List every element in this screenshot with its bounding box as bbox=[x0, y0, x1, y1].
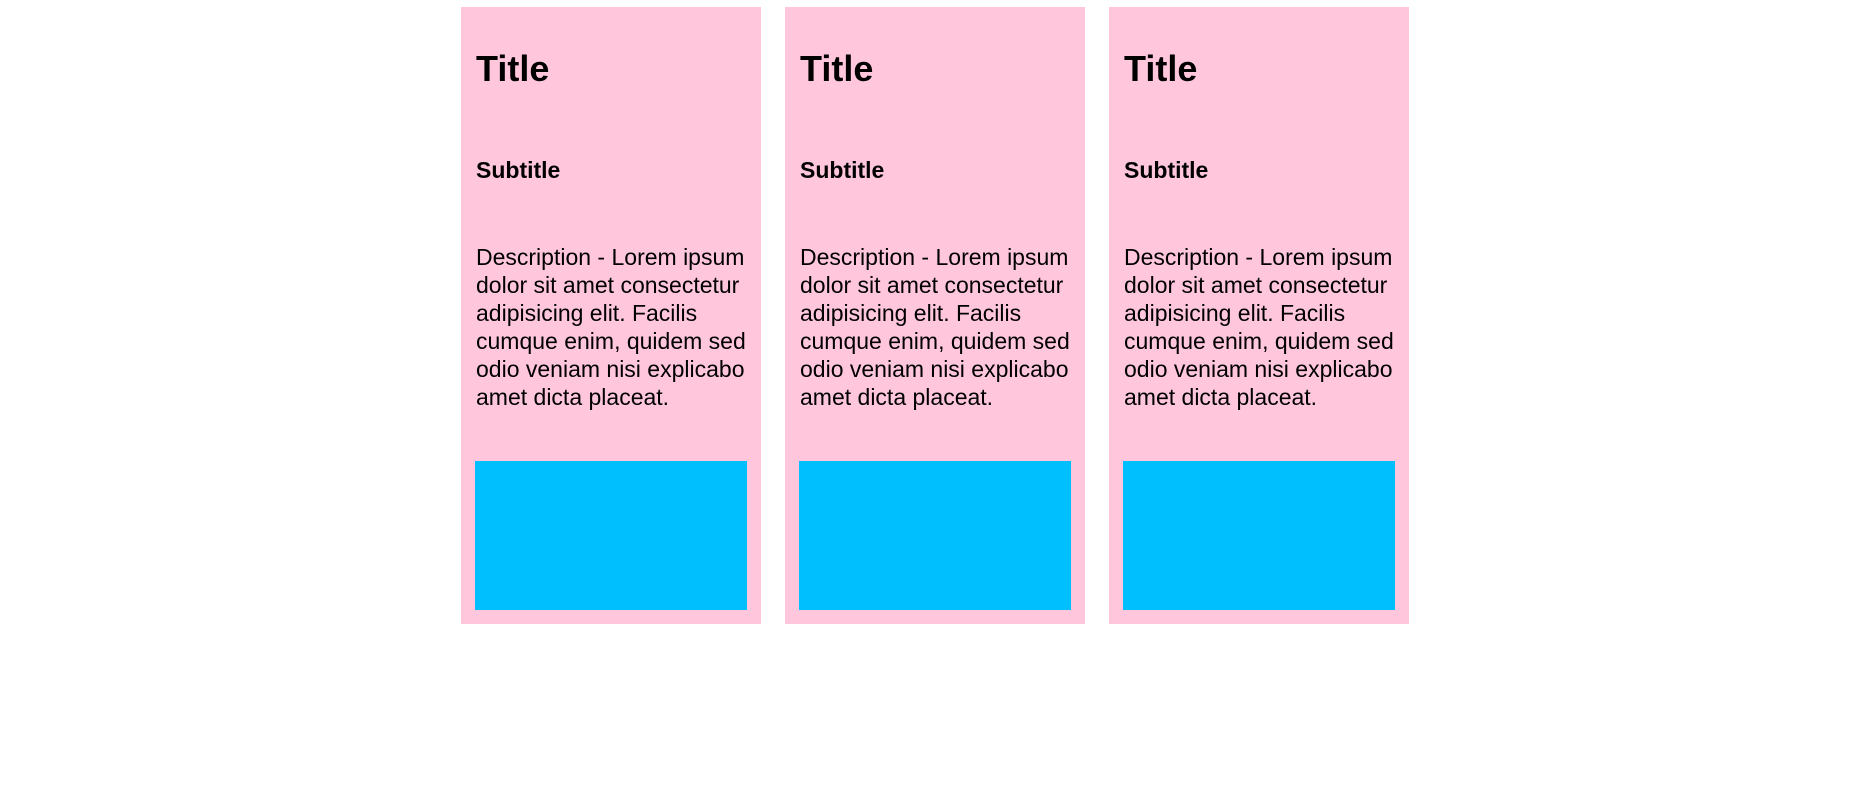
card-image-placeholder bbox=[1123, 461, 1395, 610]
card-title: Title bbox=[800, 48, 874, 89]
card-subtitle: Subtitle bbox=[1124, 157, 1209, 183]
card-1: Title Subtitle Description - Lorem ipsum… bbox=[461, 7, 761, 624]
card-list: Title Subtitle Description - Lorem ipsum… bbox=[461, 7, 1409, 624]
card-title: Title bbox=[476, 48, 550, 89]
card-image-placeholder bbox=[475, 461, 747, 610]
card-description: Description - Lorem ipsum dolor sit amet… bbox=[1124, 244, 1394, 410]
card-subtitle: Subtitle bbox=[800, 157, 885, 183]
card-2: Title Subtitle Description - Lorem ipsum… bbox=[785, 7, 1085, 624]
card-description: Description - Lorem ipsum dolor sit amet… bbox=[800, 244, 1070, 410]
card-subtitle: Subtitle bbox=[476, 157, 561, 183]
card-description: Description - Lorem ipsum dolor sit amet… bbox=[476, 244, 746, 410]
card-3: Title Subtitle Description - Lorem ipsum… bbox=[1109, 7, 1409, 624]
card-image-placeholder bbox=[799, 461, 1071, 610]
card-title: Title bbox=[1124, 48, 1198, 89]
